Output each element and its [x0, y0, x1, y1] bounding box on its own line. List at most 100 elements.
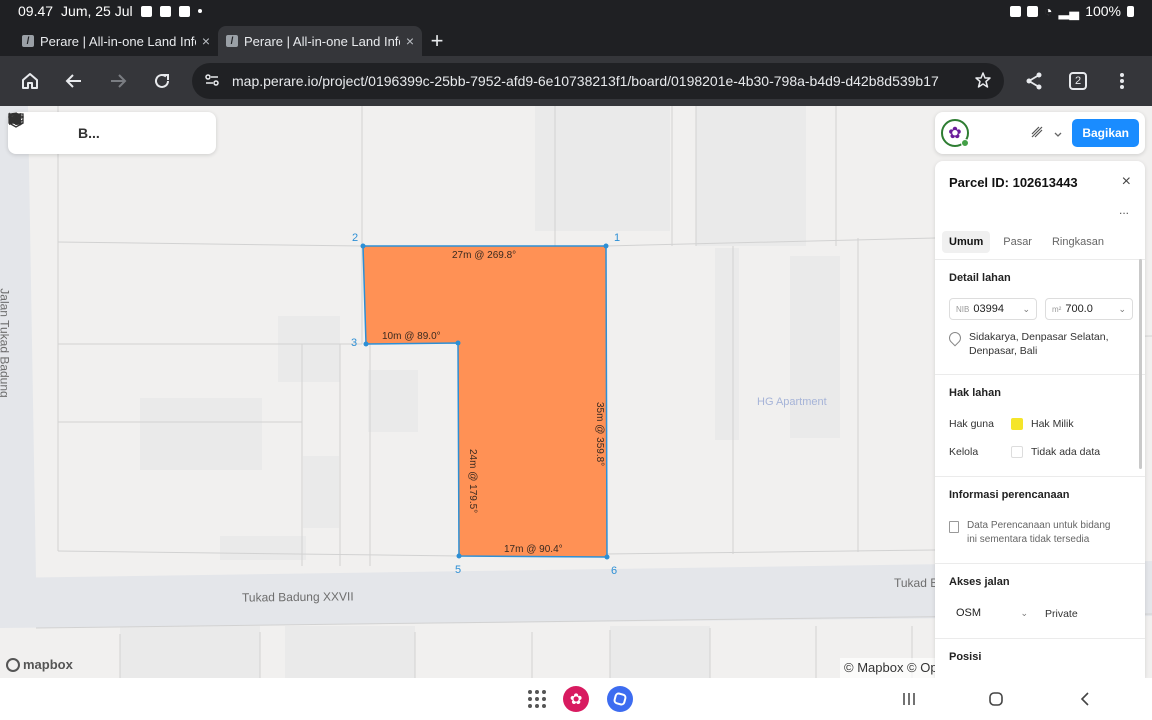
tab-strip: / Perare | All-in-one Land Info × / Pera…: [0, 22, 1152, 56]
vertex-label-6: 6: [611, 565, 617, 577]
layers-icon[interactable]: [8, 112, 160, 143]
section-title: Detail lahan: [949, 272, 1011, 284]
nib-select[interactable]: NIB 03994 ⌄: [949, 298, 1037, 320]
document-icon: [949, 521, 959, 533]
parcel-vertex-1[interactable]: [603, 243, 609, 249]
planning-note-line-2: ini sementara tidak tersedia: [967, 534, 1090, 545]
new-tab-button[interactable]: +: [422, 26, 452, 56]
mapbox-logo-icon: [6, 657, 20, 672]
forward-icon[interactable]: [98, 61, 138, 101]
chevron-down-icon: ⌄: [1022, 303, 1030, 314]
flower-avatar-icon: ✿: [948, 125, 962, 142]
edge-label-4: 17m @ 90.4°: [504, 544, 563, 555]
panel-tabs: Umum Pasar Ringkasan: [942, 231, 1111, 253]
road-label-left: Jalan Tukad Badung: [0, 288, 12, 398]
map-attribution[interactable]: © Mapbox © Op: [840, 658, 942, 678]
gallery-icon: [140, 5, 152, 17]
browser-app-icon[interactable]: [607, 686, 633, 712]
edge-label-5: 35m @ 359.8°: [594, 402, 605, 466]
blossom-app-icon[interactable]: ✿: [563, 686, 589, 712]
edge-label-2: 10m @ 89.0°: [382, 331, 441, 342]
perare-favicon-icon: /: [22, 35, 34, 47]
more-menu-icon[interactable]: [1102, 61, 1142, 101]
section-title: Posisi: [949, 651, 982, 663]
tab-switcher-button[interactable]: 2: [1058, 61, 1098, 101]
reload-icon[interactable]: [142, 61, 182, 101]
home-icon[interactable]: [10, 61, 50, 101]
edge-label-3: 24m @ 179.5°: [467, 449, 478, 513]
facebook-icon: [178, 5, 190, 17]
area-value: 700.0: [1065, 303, 1093, 315]
map-toolbar: B...: [8, 112, 216, 154]
hak-guna-value: Hak Milik: [1031, 418, 1074, 430]
road-access-text: Private: [1045, 608, 1078, 620]
signal-icon: ▂▄: [1058, 2, 1080, 19]
parcel-info-panel: Parcel ID: 102613443 × ... Umum Pasar Ri…: [935, 161, 1145, 678]
area-prefix: m²: [1052, 304, 1062, 314]
share-button[interactable]: Bagikan: [1072, 119, 1139, 147]
parcel-vertex-2[interactable]: [360, 243, 366, 249]
vertex-label-1: 1: [614, 232, 620, 244]
user-avatar[interactable]: ✿: [941, 119, 969, 147]
vertex-label-5: 5: [455, 564, 461, 576]
mapbox-logo-text: mapbox: [23, 657, 73, 672]
poi-label: HG Apartment: [757, 396, 827, 408]
browser-toolbar: map.perare.io/project/0196399c-25bb-7952…: [0, 56, 1152, 106]
road-source-value: OSM: [956, 607, 982, 619]
draw-tool-icon[interactable]: [1030, 125, 1044, 142]
vertex-label-2: 2: [352, 232, 358, 244]
address-line-2: Denpasar, Bali: [969, 345, 1038, 357]
tab-umum[interactable]: Umum: [942, 231, 991, 253]
recent-apps-icon[interactable]: [898, 686, 920, 712]
chevron-down-icon: ⌄: [1118, 303, 1126, 314]
tab-close-icon[interactable]: ×: [406, 33, 414, 49]
kelola-row: Kelola Tidak ada data: [949, 446, 1134, 458]
edge-label-1: 27m @ 269.8°: [452, 250, 516, 261]
tab-close-icon[interactable]: ×: [202, 33, 210, 49]
system-nav-bar: ✿: [0, 678, 1152, 720]
no-data-swatch: [1011, 446, 1023, 458]
back-nav-icon[interactable]: [1074, 686, 1096, 712]
close-icon[interactable]: ×: [1122, 173, 1131, 191]
bookmark-star-icon[interactable]: [974, 71, 992, 92]
parcel-vertex-4[interactable]: [455, 340, 461, 346]
home-nav-icon[interactable]: [985, 686, 1007, 712]
back-icon[interactable]: [54, 61, 94, 101]
screen: 09.47 Jum, 25 Jul ◔ ▂▄ 100% / Perare | A…: [0, 0, 1152, 720]
chevron-down-icon[interactable]: [8, 112, 64, 143]
area-select[interactable]: m² 700.0 ⌄: [1045, 298, 1133, 320]
panel-scrollbar[interactable]: [1139, 259, 1142, 469]
tab-pasar[interactable]: Pasar: [996, 231, 1039, 253]
parcel-vertex-5[interactable]: [456, 553, 462, 559]
mapbox-logo[interactable]: mapbox: [6, 657, 73, 672]
parcel-vertex-3[interactable]: [363, 341, 369, 347]
road-source-select[interactable]: OSM ⌄: [949, 602, 1035, 624]
tab-title: Perare | All-in-one Land Info: [244, 33, 400, 49]
tab-ringkasan[interactable]: Ringkasan: [1045, 231, 1111, 253]
project-name[interactable]: B...: [78, 123, 100, 143]
top-right-bar: ✿ Bagikan: [935, 112, 1145, 154]
notification-dot-icon: [197, 9, 202, 13]
search-icon[interactable]: [8, 112, 190, 143]
address-bar[interactable]: map.perare.io/project/0196399c-25bb-7952…: [192, 63, 1004, 99]
site-settings-icon[interactable]: [204, 72, 220, 91]
url-text[interactable]: map.perare.io/project/0196399c-25bb-7952…: [232, 73, 962, 89]
address-line-1: Sidakarya, Denpasar Selatan,: [969, 331, 1109, 343]
browser-tab-2[interactable]: / Perare | All-in-one Land Info ×: [218, 26, 422, 56]
more-options-icon[interactable]: ...: [1119, 203, 1129, 217]
tab-title: Perare | All-in-one Land Info: [40, 33, 196, 49]
share-icon[interactable]: [1014, 61, 1054, 101]
section-detail-lahan: Detail lahan NIB 03994 ⌄ m² 700.0 ⌄ Sida…: [935, 259, 1145, 374]
checkbox-icon: [159, 5, 171, 17]
planning-note: Data Perencanaan untuk bidang ini sement…: [949, 519, 1134, 547]
app-drawer-icon[interactable]: [526, 686, 548, 712]
location-pin-icon: [946, 329, 964, 347]
parcel-vertex-6[interactable]: [604, 554, 610, 560]
chevron-down-icon[interactable]: [1054, 126, 1062, 141]
status-date: Jum, 25 Jul: [61, 3, 133, 19]
status-time: 09.47: [18, 3, 54, 19]
planning-note-line-1: Data Perencanaan untuk bidang: [967, 520, 1111, 531]
browser-tab-1[interactable]: / Perare | All-in-one Land Info ×: [14, 26, 218, 56]
book-icon[interactable]: [8, 113, 130, 143]
parcel-id-title: Parcel ID: 102613443: [949, 175, 1078, 190]
